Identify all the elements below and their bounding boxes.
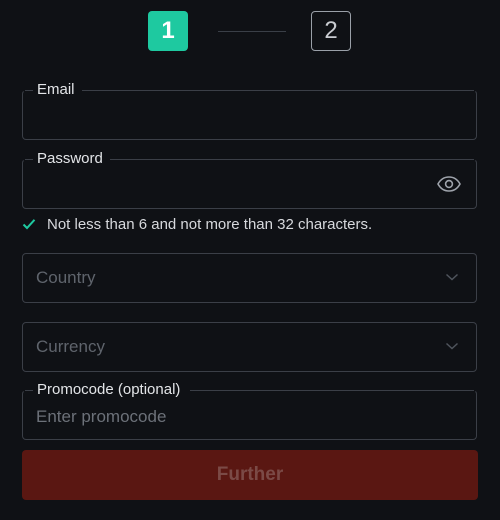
- email-field[interactable]: Email: [22, 81, 477, 140]
- stepper: 1 2: [0, 11, 500, 53]
- password-border-top-left: [25, 159, 33, 160]
- check-icon: [22, 219, 36, 230]
- email-border-top-left: [25, 90, 33, 91]
- step-2-number: 2: [324, 17, 338, 44]
- country-select[interactable]: Country: [22, 253, 477, 303]
- step-2-indicator[interactable]: 2: [311, 11, 351, 51]
- step-1-indicator: 1: [148, 11, 188, 51]
- currency-placeholder: Currency: [36, 337, 105, 356]
- stepper-connector: [218, 31, 286, 32]
- country-placeholder: Country: [36, 268, 96, 287]
- promocode-border-top-right: [190, 390, 474, 391]
- password-field[interactable]: Password: [22, 150, 477, 209]
- password-hint: Not less than 6 and not more than 32 cha…: [22, 215, 372, 233]
- promocode-field[interactable]: Promocode (optional) Enter promocode: [22, 381, 477, 440]
- chevron-down-icon: [445, 273, 459, 281]
- promocode-label: Promocode (optional): [37, 381, 181, 398]
- password-label: Password: [37, 150, 103, 167]
- chevron-down-icon: [445, 342, 459, 350]
- step-1-number: 1: [161, 17, 175, 44]
- eye-icon[interactable]: [437, 176, 461, 192]
- password-border-top-right: [110, 159, 474, 160]
- further-button[interactable]: Further: [22, 450, 478, 500]
- promocode-border-top-left: [25, 390, 33, 391]
- password-hint-text: Not less than 6 and not more than 32 cha…: [47, 215, 373, 233]
- email-field-border: [22, 90, 477, 140]
- further-button-label: Further: [216, 464, 284, 485]
- email-label: Email: [37, 81, 75, 98]
- email-border-top-right: [82, 90, 474, 91]
- promocode-placeholder: Enter promocode: [36, 407, 167, 426]
- currency-select[interactable]: Currency: [22, 322, 477, 372]
